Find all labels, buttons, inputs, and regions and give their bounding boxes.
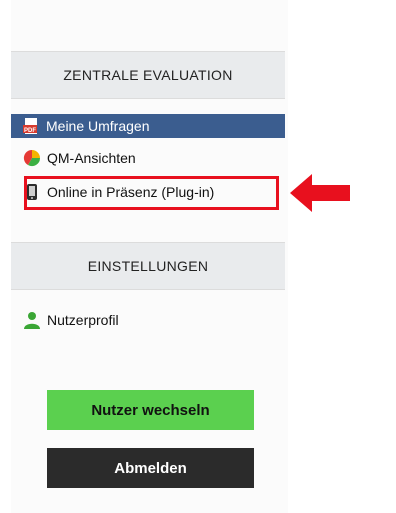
user-icon	[23, 311, 41, 329]
section-title-settings: EINSTELLUNGEN	[87, 258, 209, 274]
logout-button[interactable]: Abmelden	[47, 448, 254, 488]
nav-label-nutzerprofil: Nutzerprofil	[47, 312, 119, 328]
sidebar: ZENTRALE EVALUATION PDF Meine Umfragen Q…	[11, 0, 288, 513]
nav-item-nutzerprofil[interactable]: Nutzerprofil	[23, 308, 119, 332]
pie-chart-icon	[23, 149, 41, 167]
nav-item-meine-umfragen[interactable]: PDF Meine Umfragen	[11, 114, 285, 138]
nav-label-qm-ansichten: QM-Ansichten	[47, 150, 136, 166]
red-arrow-icon	[290, 174, 350, 212]
highlight-box	[24, 176, 279, 210]
switch-user-button[interactable]: Nutzer wechseln	[47, 390, 254, 430]
page: ZENTRALE EVALUATION PDF Meine Umfragen Q…	[0, 0, 396, 513]
nav-item-qm-ansichten[interactable]: QM-Ansichten	[23, 146, 136, 170]
section-header-settings: EINSTELLUNGEN	[11, 242, 285, 290]
section-header-evaluation: ZENTRALE EVALUATION	[11, 51, 285, 99]
pdf-icon: PDF	[22, 117, 40, 135]
section-title-evaluation: ZENTRALE EVALUATION	[63, 67, 233, 83]
svg-text:PDF: PDF	[24, 128, 36, 134]
nav-label-meine-umfragen: Meine Umfragen	[46, 118, 150, 134]
